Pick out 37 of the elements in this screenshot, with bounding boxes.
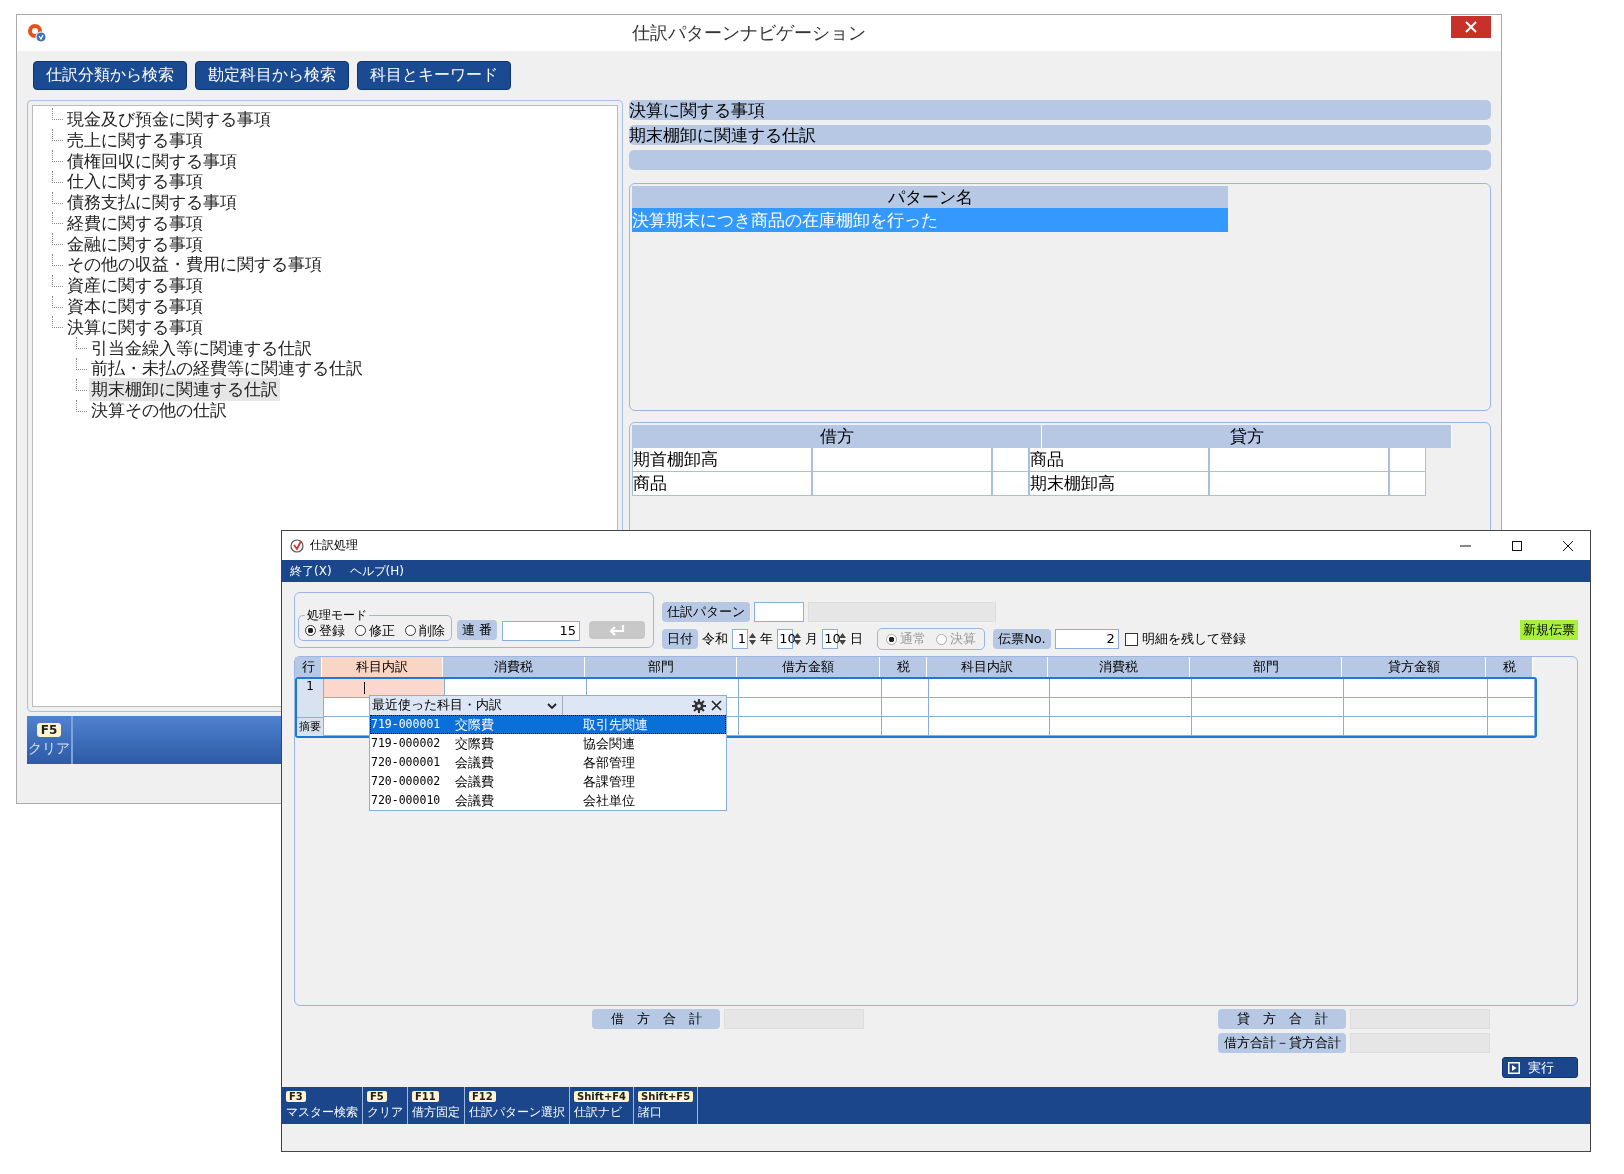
field-label: 日付 — [662, 629, 699, 649]
group-label: 処理モード — [306, 607, 368, 624]
unit-text: 年 — [760, 630, 774, 648]
column-header: 消費税 — [1048, 657, 1190, 677]
column-header: 貸方 — [1042, 425, 1452, 448]
table-cell: 期首棚卸高 — [632, 448, 812, 472]
field-label: 伝票No. — [993, 629, 1051, 649]
table-cell: 期末棚卸高 — [1029, 472, 1209, 496]
column-header: 行 — [295, 657, 322, 677]
total-label: 貸 方 合 計 — [1218, 1009, 1346, 1029]
total-label: 借 方 合 計 — [592, 1009, 720, 1029]
column-header: 税 — [1486, 657, 1533, 677]
row-label: 摘要 — [297, 717, 324, 736]
row-number: 1 — [297, 679, 324, 717]
column-header: 部門 — [585, 657, 737, 677]
status-badge: 新規伝票 — [1520, 620, 1578, 640]
breadcrumb-bar: 決算に関する事項 — [629, 100, 1491, 120]
field-label: 連 番 — [457, 620, 498, 640]
unit-text: 月 — [805, 630, 819, 648]
column-header: 借方 — [632, 425, 1042, 448]
total-label: 借方合計－貸方合計 — [1218, 1033, 1346, 1053]
table-cell: 商品 — [632, 472, 812, 496]
column-header: 借方金額 — [737, 657, 880, 677]
column-header: 科目内訳 — [322, 657, 443, 677]
window-title: 仕訳パターンナビゲーション — [631, 21, 867, 45]
breadcrumb-bar: 期末棚卸に関連する仕訳 — [629, 125, 1491, 145]
column-header: 税 — [880, 657, 927, 677]
table-cell: 商品 — [1029, 448, 1209, 472]
unit-text: 日 — [850, 630, 864, 648]
column-header: 消費税 — [443, 657, 585, 677]
column-header: 部門 — [1190, 657, 1342, 677]
column-header: パターン名 — [632, 186, 1228, 208]
column-header: 貸方金額 — [1342, 657, 1486, 677]
window-title: 仕訳処理 — [310, 537, 358, 554]
era-text: 令和 — [702, 630, 729, 648]
field-label: 仕訳パターン — [662, 602, 751, 622]
column-header: 科目内訳 — [927, 657, 1048, 677]
